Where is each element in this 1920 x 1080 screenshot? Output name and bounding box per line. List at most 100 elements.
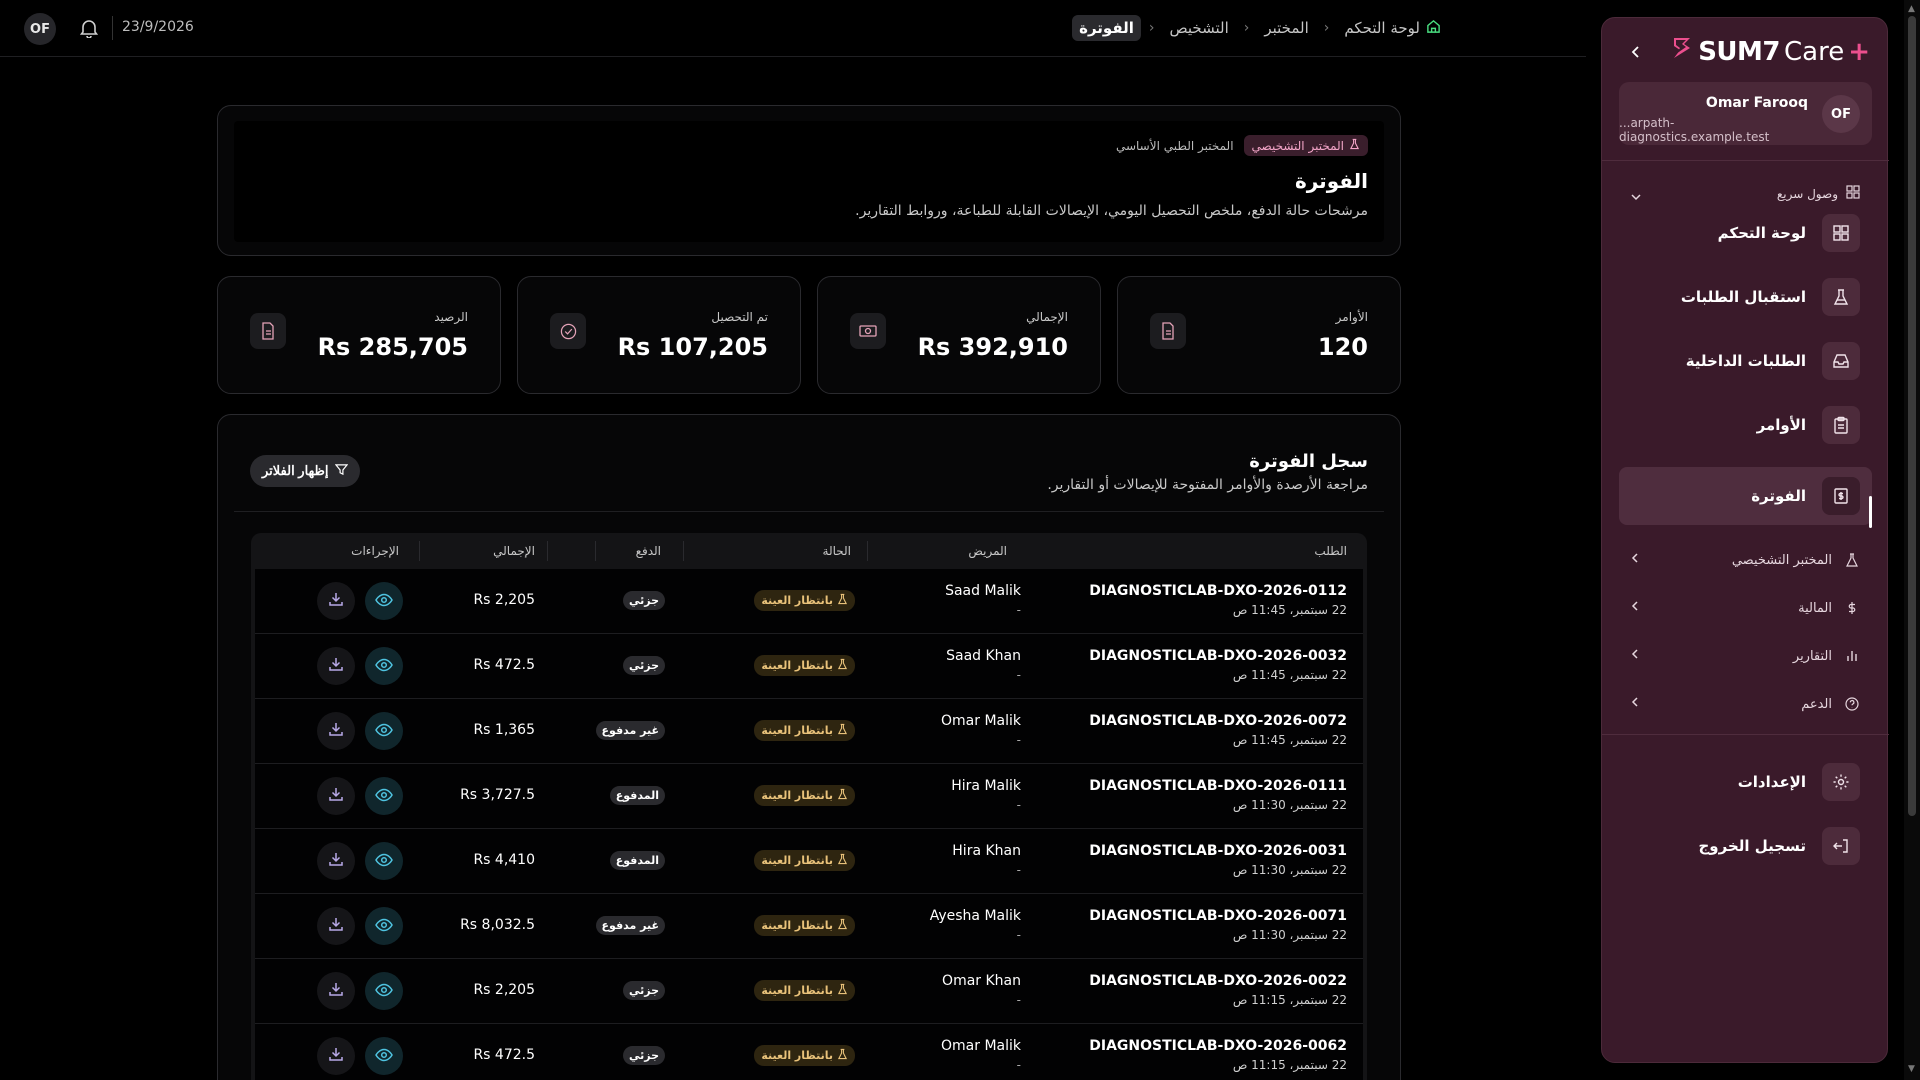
chevron-down-icon[interactable] [1630,186,1642,205]
show-filters-button[interactable]: إظهار الفلاتر [250,455,360,487]
order-date: 22 سبتمبر، 11:15 ص [1232,1058,1347,1072]
status-badge: بانتظار العينة [754,915,855,936]
sidebar-item-label: الطلبات الداخلية [1685,352,1806,370]
page-description: مرشحات حالة الدفع، ملخص التحصيل اليومي، … [855,203,1368,219]
view-button[interactable] [365,907,403,945]
chevron-left-icon[interactable] [1624,40,1648,64]
table-row[interactable]: DIAGNOSTICLAB-DXO-2026-0112 22 سبتمبر، 11… [255,569,1363,634]
sidebar-group-reports[interactable]: التقارير [1619,636,1872,676]
column-divider [547,541,548,561]
order-date: 22 سبتمبر، 11:30 ص [1232,928,1347,942]
sidebar-item-settings[interactable]: الإعدادات [1619,753,1872,811]
order-id[interactable]: DIAGNOSTICLAB-DXO-2026-0112 [1089,583,1347,599]
invoice-icon [1822,477,1860,515]
download-button[interactable] [317,907,355,945]
order-total: Rs 2,205 [473,592,535,608]
eye-icon [375,852,393,871]
view-button[interactable] [365,842,403,880]
view-button[interactable] [365,972,403,1010]
table-row[interactable]: DIAGNOSTICLAB-DXO-2026-0111 22 سبتمبر، 11… [255,764,1363,829]
sidebar-item-orders[interactable]: الأوامر [1619,396,1872,454]
download-button[interactable] [317,842,355,880]
payment-badge: جزئي [622,591,665,610]
bell-icon[interactable] [78,16,100,40]
order-id[interactable]: DIAGNOSTICLAB-DXO-2026-0071 [1089,908,1347,924]
page-scrollbar[interactable]: ▲ ▼ [1904,0,1920,1080]
download-button[interactable] [317,972,355,1010]
column-divider [867,541,868,561]
view-button[interactable] [365,1037,403,1075]
download-button[interactable] [317,647,355,685]
chevron-left-icon [1631,648,1639,664]
order-id[interactable]: DIAGNOSTICLAB-DXO-2026-0111 [1089,778,1347,794]
scroll-up-arrow[interactable]: ▲ [1908,4,1915,14]
sidebar-item-intake[interactable]: استقبال الطلبات [1619,268,1872,326]
breadcrumb-lab[interactable]: المختبر [1257,15,1315,41]
table-row[interactable]: DIAGNOSTICLAB-DXO-2026-0072 22 سبتمبر، 11… [255,699,1363,764]
sidebar-group-support[interactable]: الدعم [1619,684,1872,724]
table-row[interactable]: DIAGNOSTICLAB-DXO-2026-0071 22 سبتمبر، 11… [255,894,1363,959]
eye-icon [375,722,393,741]
view-button[interactable] [365,777,403,815]
sidebar-group-diagnostic-lab[interactable]: المختبر التشخيصي [1619,540,1872,580]
scroll-down-arrow[interactable]: ▼ [1908,1064,1915,1074]
payment-badge: غير مدفوع [595,721,665,740]
user-avatar[interactable]: OF [24,13,56,45]
sidebar-item-label: الفوترة [1751,487,1806,505]
order-id[interactable]: DIAGNOSTICLAB-DXO-2026-0032 [1089,648,1347,664]
brand-logo[interactable]: SUM7 Care + [1670,34,1870,69]
lab-badge: المختبر التشخيصي [1243,135,1368,156]
table-row[interactable]: DIAGNOSTICLAB-DXO-2026-0022 22 سبتمبر، 11… [255,959,1363,1024]
sidebar-item-logout[interactable]: تسجيل الخروج [1619,817,1872,875]
patient-detail: - [1016,798,1021,812]
stat-card-orders: الأوامر 120 [1117,276,1401,394]
breadcrumb-diagnosis[interactable]: التشخيص [1163,15,1236,41]
view-button[interactable] [365,582,403,620]
order-id[interactable]: DIAGNOSTICLAB-DXO-2026-0031 [1089,843,1347,859]
download-button[interactable] [317,582,355,620]
column-header-patient[interactable]: المريض [968,544,1007,558]
flask-icon [837,723,848,738]
payment-badge: جزئي [622,981,665,1000]
eye-icon [375,917,393,936]
sidebar-item-internal-requests[interactable]: الطلبات الداخلية [1619,332,1872,390]
order-id[interactable]: DIAGNOSTICLAB-DXO-2026-0022 [1089,973,1347,989]
column-header-total[interactable]: الإجمالي [493,544,535,558]
patient-name: Hira Malik [951,778,1021,794]
table-row[interactable]: DIAGNOSTICLAB-DXO-2026-0031 22 سبتمبر، 11… [255,829,1363,894]
order-id[interactable]: DIAGNOSTICLAB-DXO-2026-0062 [1089,1038,1347,1054]
breadcrumb-dashboard[interactable]: لوحة التحكم [1337,15,1448,42]
patient-detail: - [1016,668,1021,682]
order-id[interactable]: DIAGNOSTICLAB-DXO-2026-0072 [1089,713,1347,729]
order-date: 22 سبتمبر، 11:45 ص [1232,668,1347,682]
order-total: Rs 4,410 [473,852,535,868]
download-button[interactable] [317,777,355,815]
table-row[interactable]: DIAGNOSTICLAB-DXO-2026-0032 22 سبتمبر، 11… [255,634,1363,699]
sidebar-item-dashboard[interactable]: لوحة التحكم [1619,204,1872,262]
user-card[interactable]: OF Omar Farooq ...arpath-diagnostics.exa… [1619,82,1872,145]
sidebar-group-finance[interactable]: المالية [1619,588,1872,628]
download-icon [328,1046,344,1066]
order-date: 22 سبتمبر، 11:45 ص [1232,733,1347,747]
filter-icon [334,463,348,479]
download-button[interactable] [317,1037,355,1075]
quick-access-toggle[interactable]: وصول سريع [1777,185,1860,202]
column-header-order[interactable]: الطلب [1314,544,1347,558]
column-header-status[interactable]: الحالة [823,544,851,558]
divider [1602,160,1889,161]
view-button[interactable] [365,647,403,685]
status-badge: بانتظار العينة [754,850,855,871]
eye-icon [375,1047,393,1066]
sidebar-group-label: الدعم [1801,696,1832,712]
download-button[interactable] [317,712,355,750]
status-label: بانتظار العينة [761,854,833,867]
status-label: بانتظار العينة [761,659,833,672]
view-button[interactable] [365,712,403,750]
home-icon [1426,19,1441,38]
sidebar-item-billing[interactable]: الفوترة [1619,467,1872,525]
scrollbar-thumb[interactable] [1908,16,1916,816]
column-header-payment[interactable]: الدفع [636,544,661,558]
status-badge: بانتظار العينة [754,1045,855,1066]
table-row[interactable]: DIAGNOSTICLAB-DXO-2026-0062 22 سبتمبر، 11… [255,1024,1363,1080]
status-badge: بانتظار العينة [754,590,855,611]
